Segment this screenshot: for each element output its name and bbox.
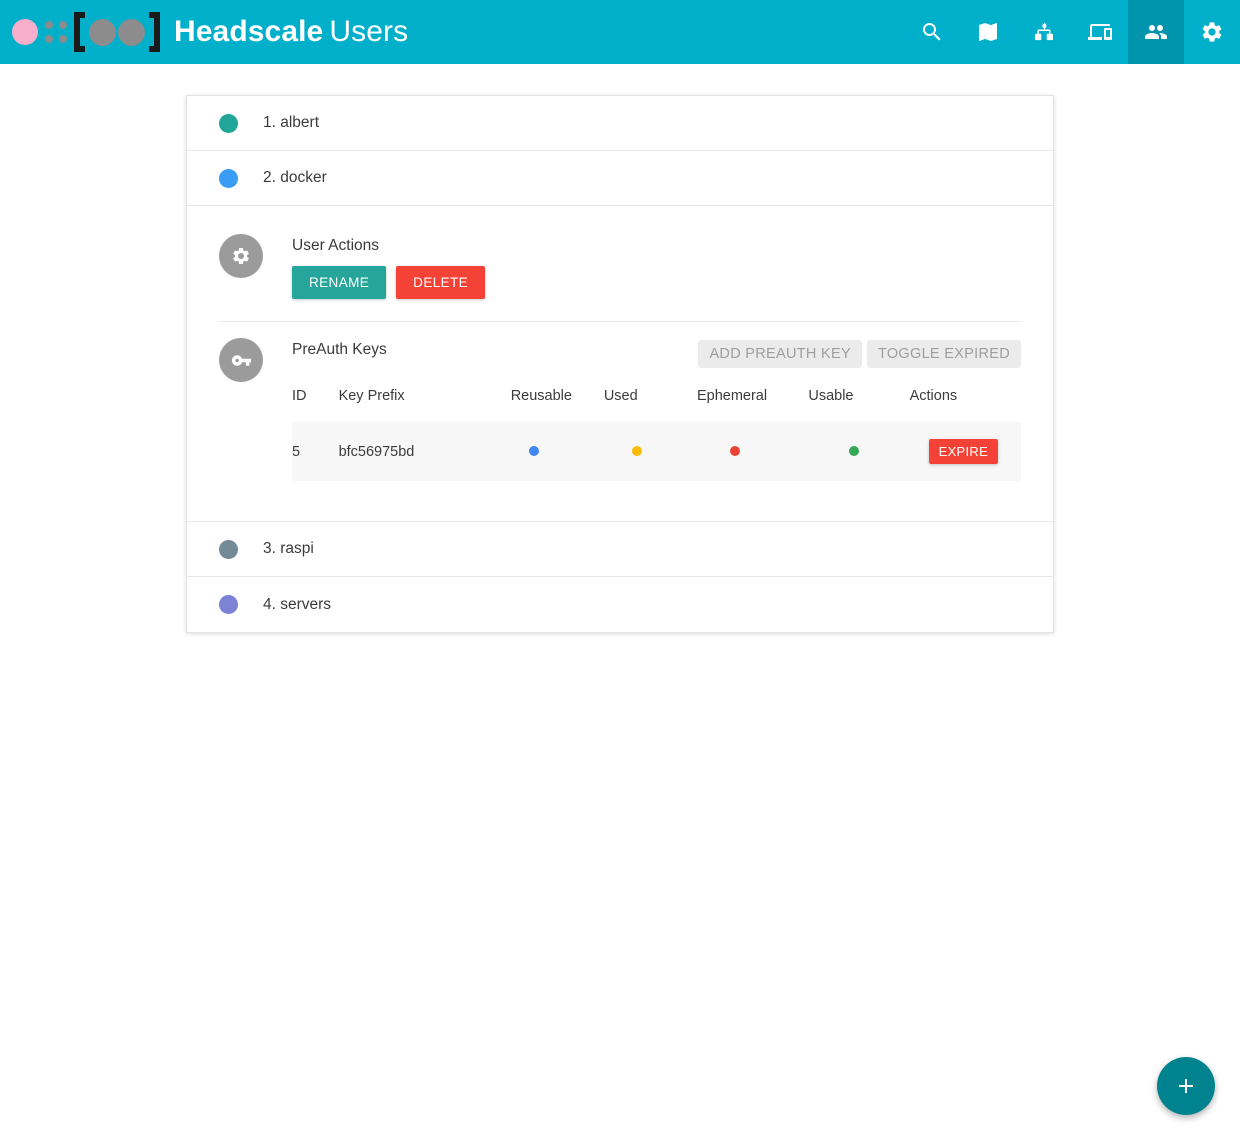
- gear-icon: [219, 234, 263, 278]
- users-card: 1. albert 2. docker User Actions RENAME …: [186, 95, 1054, 633]
- user-label: 3. raspi: [263, 540, 314, 558]
- app-header: HeadscaleUsers: [0, 0, 1240, 64]
- logo-pink-dot: [12, 19, 38, 45]
- user-color-dot: [219, 540, 238, 559]
- user-list-item-albert[interactable]: 1. albert: [187, 96, 1053, 151]
- preauth-keys-title: PreAuth Keys: [292, 340, 387, 360]
- nav-settings-icon[interactable]: [1184, 0, 1240, 64]
- user-list-item-servers[interactable]: 4. servers: [187, 577, 1053, 632]
- cell-actions: EXPIRE: [910, 422, 1021, 481]
- user-detail-panel: User Actions RENAME DELETE PreAuth Keys: [187, 206, 1053, 522]
- user-actions-title: User Actions: [292, 236, 1021, 256]
- cell-ephemeral: [697, 422, 808, 481]
- preauth-keys-table: ID Key Prefix Reusable Used Ephemeral Us…: [292, 382, 1021, 481]
- user-list-item-docker[interactable]: 2. docker: [187, 151, 1053, 206]
- preauth-keys-section: PreAuth Keys ADD PREAUTH KEY TOGGLE EXPI…: [187, 322, 1053, 521]
- column-header-reusable: Reusable: [511, 382, 604, 422]
- logo-dot-grid: [45, 21, 68, 44]
- cell-used: [604, 422, 697, 481]
- table-row: 5 bfc56975bd: [292, 422, 1021, 481]
- user-actions-section: User Actions RENAME DELETE: [187, 206, 1053, 321]
- preauth-keys-buttons: ADD PREAUTH KEY TOGGLE EXPIRED: [698, 340, 1021, 368]
- ephemeral-status-dot: [730, 446, 740, 456]
- column-header-ephemeral: Ephemeral: [697, 382, 808, 422]
- add-user-fab[interactable]: [1157, 1057, 1215, 1115]
- nav-account-tree-icon[interactable]: [1016, 0, 1072, 64]
- brand-name: Headscale: [174, 15, 323, 48]
- column-header-key-prefix: Key Prefix: [339, 382, 511, 422]
- page-body: 1. albert 2. docker User Actions RENAME …: [0, 64, 1240, 1140]
- user-label: 1. albert: [263, 114, 319, 132]
- logo-brackets: [74, 12, 160, 52]
- user-list-item-raspi[interactable]: 3. raspi: [187, 522, 1053, 577]
- brand: HeadscaleUsers: [12, 13, 408, 51]
- key-icon: [219, 338, 263, 382]
- user-label: 4. servers: [263, 596, 331, 614]
- column-header-used: Used: [604, 382, 697, 422]
- header-nav: [904, 0, 1240, 64]
- user-label: 2. docker: [263, 169, 327, 187]
- toggle-expired-button[interactable]: TOGGLE EXPIRED: [867, 340, 1021, 368]
- user-color-dot: [219, 169, 238, 188]
- reusable-status-dot: [529, 446, 539, 456]
- preauth-keys-body: PreAuth Keys ADD PREAUTH KEY TOGGLE EXPI…: [292, 338, 1021, 481]
- column-header-actions: Actions: [910, 382, 1021, 422]
- nav-map-icon[interactable]: [960, 0, 1016, 64]
- headscale-logo-icon: [12, 13, 160, 51]
- add-preauth-key-button[interactable]: ADD PREAUTH KEY: [698, 340, 861, 368]
- table-header-row: ID Key Prefix Reusable Used Ephemeral Us…: [292, 382, 1021, 422]
- column-header-usable: Usable: [808, 382, 909, 422]
- user-actions-buttons: RENAME DELETE: [292, 266, 1021, 299]
- usable-status-dot: [849, 446, 859, 456]
- used-status-dot: [632, 446, 642, 456]
- column-header-id: ID: [292, 382, 339, 422]
- user-color-dot: [219, 595, 238, 614]
- user-color-dot: [219, 114, 238, 133]
- nav-search-icon[interactable]: [904, 0, 960, 64]
- nav-devices-icon[interactable]: [1072, 0, 1128, 64]
- cell-id: 5: [292, 422, 339, 481]
- page-title: HeadscaleUsers: [174, 15, 408, 49]
- user-actions-body: User Actions RENAME DELETE: [292, 234, 1021, 299]
- cell-usable: [808, 422, 909, 481]
- cell-key-prefix: bfc56975bd: [339, 422, 511, 481]
- preauth-keys-header: PreAuth Keys ADD PREAUTH KEY TOGGLE EXPI…: [292, 340, 1021, 368]
- page-section: Users: [329, 15, 408, 48]
- cell-reusable: [511, 422, 604, 481]
- rename-button[interactable]: RENAME: [292, 266, 386, 299]
- delete-button[interactable]: DELETE: [396, 266, 485, 299]
- nav-people-icon[interactable]: [1128, 0, 1184, 64]
- expire-key-button[interactable]: EXPIRE: [929, 439, 998, 464]
